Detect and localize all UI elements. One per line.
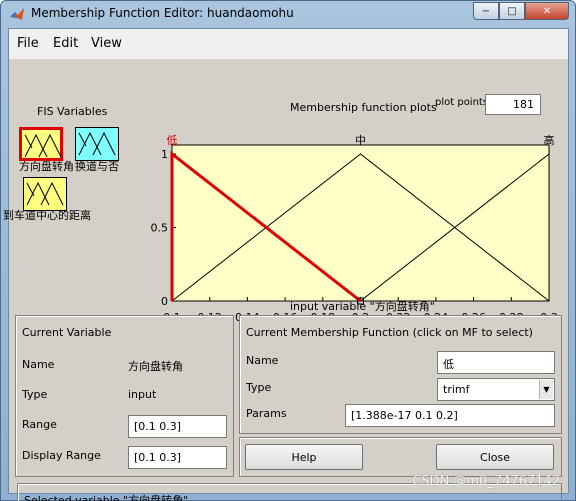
- mf-type-label: Type: [246, 381, 272, 394]
- fis-variable-output[interactable]: [75, 127, 119, 161]
- y-tick-label: 0: [161, 295, 168, 308]
- plot-area: [171, 144, 550, 302]
- maximize-button[interactable]: □: [499, 2, 525, 20]
- fis-variables-label: FIS Variables: [37, 105, 108, 118]
- menu-edit[interactable]: Edit: [53, 36, 78, 51]
- fis-variable-label-2: 到车道中心的距离: [3, 209, 91, 222]
- mf-glyph-icon: [26, 181, 64, 206]
- mf-glyph-icon: [78, 131, 116, 156]
- fis-variable-label-1: 方向盘转角: [19, 160, 74, 173]
- menu-file[interactable]: File: [17, 36, 39, 51]
- plot-points-input[interactable]: 181: [485, 94, 541, 115]
- variable-type-label: Type: [22, 388, 48, 401]
- menu-view[interactable]: View: [91, 36, 122, 51]
- status-text: Selected variable "方向盘转角": [24, 494, 189, 501]
- variable-name-value: 方向盘转角: [128, 360, 183, 373]
- y-tick-label: 1: [161, 148, 168, 161]
- range-input[interactable]: [0.1 0.3]: [128, 415, 227, 438]
- mf-name-input[interactable]: 低: [437, 351, 555, 374]
- button-panel: Help Close: [239, 437, 562, 477]
- watermark: CSDN @m0_74767142: [412, 474, 560, 489]
- display-range-input[interactable]: [0.1 0.3]: [128, 446, 227, 469]
- mf-label: 低: [167, 134, 178, 147]
- close-button[interactable]: Close: [436, 444, 554, 470]
- menu-bar: File Edit View: [9, 29, 568, 59]
- mf-params-input[interactable]: [1.388e-17 0.1 0.2]: [345, 404, 555, 427]
- window-controls: − □ ✕: [473, 2, 569, 20]
- x-axis-label: input variable "方向盘转角": [290, 300, 435, 313]
- plot-title: Membership function plots: [290, 101, 437, 114]
- title-bar[interactable]: Membership Function Editor: huandaomohu …: [1, 1, 575, 27]
- membership-function-plot[interactable]: 0.10.120.140.160.180.20.220.240.260.280.…: [149, 117, 559, 324]
- mf-label: 中: [355, 134, 366, 147]
- current-variable-panel: Current Variable Name 方向盘转角 Type input R…: [15, 315, 234, 477]
- y-tick-label: 0.5: [151, 222, 169, 235]
- current-mf-panel: Current Membership Function (click on MF…: [239, 315, 562, 434]
- plot-points-label: plot points:: [435, 97, 492, 108]
- display-range-label: Display Range: [22, 449, 101, 462]
- editor-body: FIS Variables 方向盘转角 换道与否 到车道中心的距离 Member…: [3, 59, 568, 501]
- fis-variable-label-output: 换道与否: [75, 160, 119, 173]
- fis-variable-input-1[interactable]: [19, 127, 63, 161]
- current-mf-title: Current Membership Function (click on MF…: [246, 326, 533, 339]
- dropdown-arrow-icon[interactable]: ▼: [539, 380, 553, 399]
- fis-variable-input-2[interactable]: [23, 177, 67, 211]
- variable-type-value: input: [128, 388, 157, 401]
- variable-name-label: Name: [22, 358, 55, 371]
- current-variable-title: Current Variable: [22, 326, 112, 339]
- mf-type-value: trimf: [443, 383, 470, 396]
- mf-label: 高: [544, 133, 555, 147]
- matlab-icon: [10, 8, 24, 20]
- mf-type-select[interactable]: trimf ▼: [437, 378, 555, 401]
- mf-name-label: Name: [246, 354, 279, 367]
- client-area: File Edit View FIS Variables 方向盘转角 换道与否 …: [3, 28, 569, 501]
- close-window-button[interactable]: ✕: [525, 2, 569, 20]
- window-title: Membership Function Editor: huandaomohu: [31, 6, 294, 20]
- mf-params-label: Params: [246, 407, 287, 420]
- help-button[interactable]: Help: [245, 444, 363, 470]
- range-label: Range: [22, 418, 57, 431]
- window-frame: Membership Function Editor: huandaomohu …: [0, 0, 576, 501]
- minimize-button[interactable]: −: [473, 2, 499, 20]
